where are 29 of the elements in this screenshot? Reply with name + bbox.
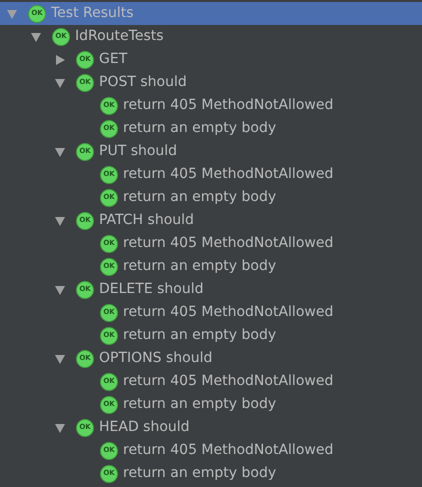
expanded-arrow-icon[interactable] bbox=[54, 352, 66, 364]
tree-label: IdRouteTests bbox=[75, 27, 164, 46]
tree-label: return 405 MethodNotAllowed bbox=[123, 372, 334, 391]
tree-label: GET bbox=[99, 50, 128, 69]
tree-label: return an empty body bbox=[123, 119, 276, 138]
tree-label: PUT should bbox=[99, 142, 178, 161]
expanded-arrow-icon[interactable] bbox=[54, 422, 66, 434]
tree-label: return an empty body bbox=[123, 464, 276, 483]
collapsed-arrow-icon[interactable] bbox=[54, 54, 66, 66]
expanded-arrow-icon[interactable] bbox=[30, 30, 42, 42]
tree-label: return 405 MethodNotAllowed bbox=[123, 234, 334, 253]
tree-label: POST should bbox=[99, 73, 187, 92]
tree-label: HEAD should bbox=[99, 418, 190, 437]
tree-label: PATCH should bbox=[99, 211, 194, 230]
tree-label: return an empty body bbox=[123, 257, 276, 276]
tree-label: return 405 MethodNotAllowed bbox=[123, 441, 334, 460]
tree-label: DELETE should bbox=[99, 280, 204, 299]
tree-label: return an empty body bbox=[123, 326, 276, 345]
tree-label: return 405 MethodNotAllowed bbox=[123, 165, 334, 184]
tree-label: Test Results bbox=[51, 4, 134, 23]
tree-label: return 405 MethodNotAllowed bbox=[123, 303, 334, 322]
expanded-arrow-icon[interactable] bbox=[54, 76, 66, 88]
tree-label: return 405 MethodNotAllowed bbox=[123, 96, 334, 115]
tree-label: return an empty body bbox=[123, 395, 276, 414]
expanded-arrow-icon[interactable] bbox=[54, 214, 66, 226]
expanded-arrow-icon[interactable] bbox=[54, 284, 66, 296]
tree-label: return an empty body bbox=[123, 188, 276, 207]
tree-label: OPTIONS should bbox=[99, 349, 212, 368]
expanded-arrow-icon[interactable] bbox=[54, 146, 66, 158]
